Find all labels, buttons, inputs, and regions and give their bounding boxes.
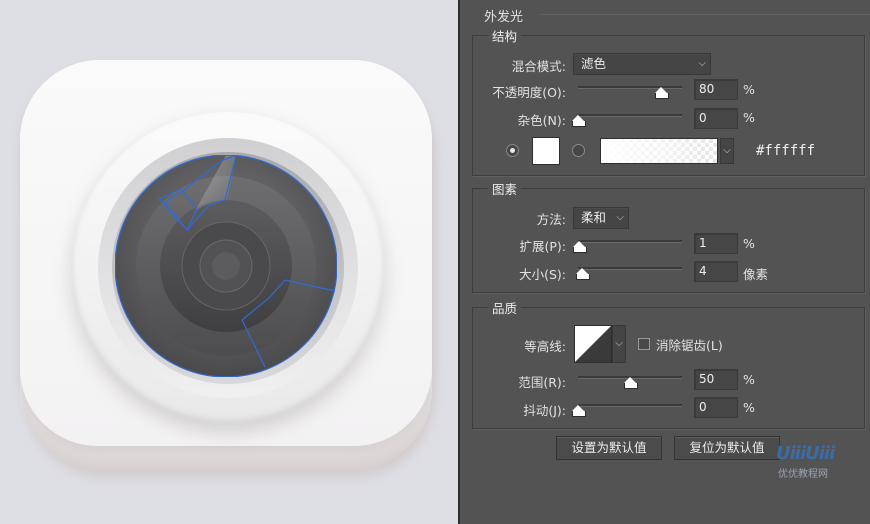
chevron-down-icon: ⌵: [616, 212, 624, 223]
noise-unit: %: [743, 110, 755, 125]
title-rule: [540, 14, 870, 15]
anti-alias-checkbox[interactable]: [638, 338, 650, 350]
chevron-down-icon: ⌵: [698, 58, 706, 69]
size-label: 大小(S):: [519, 267, 566, 282]
technique-select[interactable]: 柔和 ⌵: [573, 207, 629, 229]
range-input[interactable]: 50: [694, 369, 738, 390]
anti-alias-label: 消除锯齿(L): [656, 338, 723, 353]
opacity-input[interactable]: 80: [694, 79, 738, 100]
structure-legend: 结构: [488, 26, 522, 45]
size-input[interactable]: 4: [694, 261, 738, 282]
chevron-down-icon: ⌵: [615, 338, 623, 349]
contour-picker-toggle[interactable]: ⌵: [612, 325, 626, 363]
camera-lens: [115, 155, 337, 377]
solid-color-radio[interactable]: [506, 144, 519, 157]
watermark-logo: UiiiUiii: [776, 443, 835, 464]
chevron-down-icon: ⌵: [723, 145, 731, 156]
size-unit: 像素: [743, 267, 769, 282]
contour-linear-icon: [575, 326, 611, 362]
elements-legend: 图素: [488, 179, 522, 198]
technique-value: 柔和: [581, 210, 607, 225]
blend-mode-label: 混合模式:: [511, 59, 566, 74]
opacity-unit: %: [743, 82, 755, 97]
glow-color-swatch[interactable]: [532, 137, 560, 165]
noise-slider[interactable]: [578, 114, 682, 117]
layer-style-panel: 外发光 结构 混合模式: 滤色 ⌵ 不透明度(O): 80 % 杂色(N): 0…: [460, 0, 870, 524]
outer-glow-title: 外发光: [484, 10, 524, 25]
gradient-picker-toggle[interactable]: ⌵: [720, 138, 734, 164]
glow-gradient-preview[interactable]: [600, 138, 718, 164]
opacity-label: 不透明度(O):: [492, 85, 566, 100]
spread-label: 扩展(P):: [519, 239, 566, 254]
watermark-text: 优优教程网: [778, 469, 828, 480]
contour-label: 等高线:: [524, 339, 566, 354]
technique-label: 方法:: [536, 212, 566, 227]
spread-unit: %: [743, 236, 755, 251]
jitter-unit: %: [743, 400, 755, 415]
jitter-input[interactable]: 0: [694, 397, 738, 418]
range-label: 范围(R):: [518, 375, 566, 390]
noise-label: 杂色(N):: [517, 113, 566, 128]
size-slider[interactable]: [578, 267, 682, 270]
document-canvas[interactable]: [0, 0, 458, 524]
blend-mode-value: 滤色: [581, 56, 607, 71]
jitter-slider[interactable]: [578, 404, 682, 407]
color-hex-value: #ffffff: [756, 143, 816, 159]
spread-slider[interactable]: [578, 240, 682, 243]
quality-legend: 品质: [488, 298, 522, 317]
reset-default-button[interactable]: 复位为默认值: [674, 436, 780, 460]
noise-input[interactable]: 0: [694, 108, 738, 129]
blend-mode-select[interactable]: 滤色 ⌵: [573, 53, 711, 75]
range-unit: %: [743, 372, 755, 387]
spread-input[interactable]: 1: [694, 233, 738, 254]
contour-preview[interactable]: [574, 325, 612, 363]
gradient-radio[interactable]: [572, 144, 585, 157]
jitter-label: 抖动(J):: [523, 403, 566, 418]
make-default-button[interactable]: 设置为默认值: [556, 436, 662, 460]
lens-center: [212, 252, 240, 280]
